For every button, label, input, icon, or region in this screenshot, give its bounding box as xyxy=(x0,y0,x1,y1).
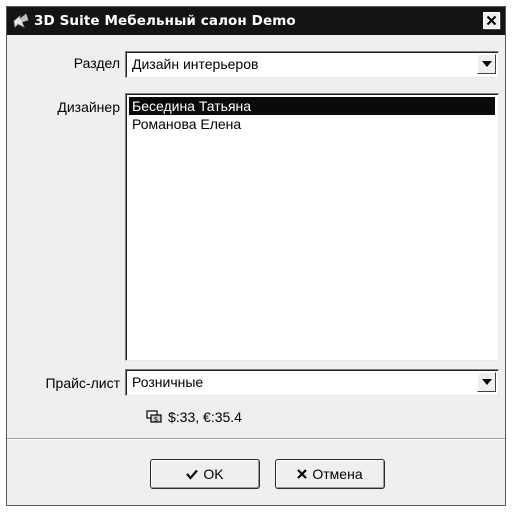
separator xyxy=(7,438,505,440)
ok-button-label: OK xyxy=(203,466,224,482)
pricelist-label: Прайс-лист xyxy=(45,375,120,391)
pricelist-value: Розничные xyxy=(132,374,204,390)
section-value: Дизайн интерьеров xyxy=(132,56,259,72)
ok-button[interactable]: OK xyxy=(150,459,260,489)
cancel-button-label: Отмена xyxy=(312,466,363,482)
list-item[interactable]: Беседина Татьяна xyxy=(129,97,495,115)
svg-text:$: $ xyxy=(154,415,158,423)
section-select[interactable]: Дизайн интерьеров xyxy=(125,51,499,78)
app-logo-icon xyxy=(13,13,29,28)
currency-rates-icon: $ xyxy=(146,410,162,423)
cross-icon xyxy=(297,469,308,479)
designer-list[interactable]: Беседина Татьяна Романова Елена xyxy=(125,93,499,361)
currency-rates-text: $:33, €:35.4 xyxy=(168,409,242,425)
currency-rates: $ $:33, €:35.4 xyxy=(146,409,242,425)
chevron-down-icon xyxy=(481,61,492,67)
dialog-window: 3D Suite Мебельный салон Demo Раздел Диз… xyxy=(6,6,506,506)
close-button[interactable] xyxy=(483,12,500,29)
title-bar[interactable]: 3D Suite Мебельный салон Demo xyxy=(7,7,505,35)
close-icon xyxy=(486,15,497,26)
section-dropdown-button[interactable] xyxy=(477,54,496,74)
checkmark-icon xyxy=(186,469,199,480)
list-item[interactable]: Романова Елена xyxy=(129,115,495,133)
window-title: 3D Suite Мебельный салон Demo xyxy=(34,13,296,29)
pricelist-dropdown-button[interactable] xyxy=(477,372,496,392)
chevron-down-icon xyxy=(481,379,492,385)
designer-label: Дизайнер xyxy=(57,99,120,115)
cancel-button[interactable]: Отмена xyxy=(275,459,385,489)
section-label: Раздел xyxy=(73,55,120,71)
pricelist-select[interactable]: Розничные xyxy=(125,369,499,396)
